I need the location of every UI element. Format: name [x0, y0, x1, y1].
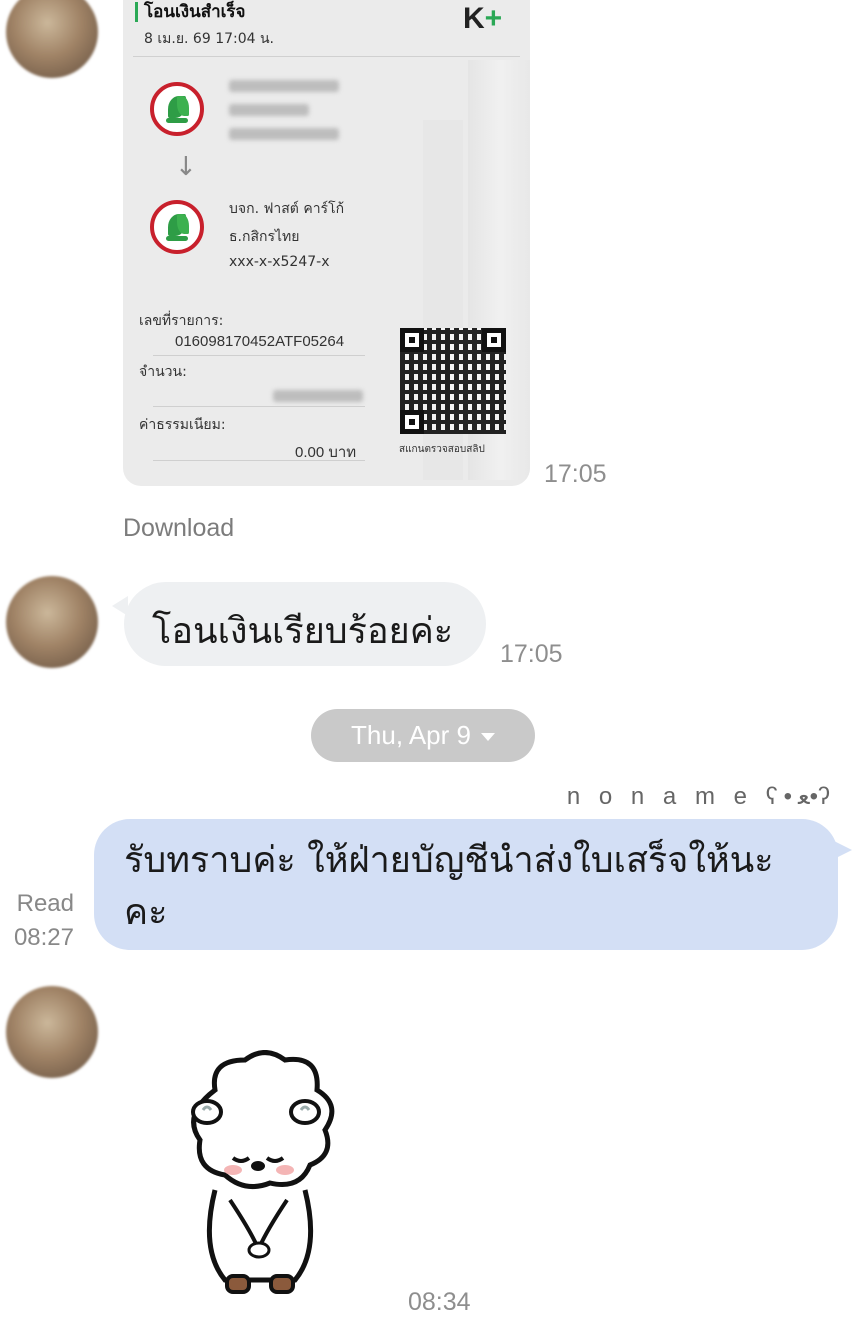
- slip-date: 8 เม.ย. 69 17:04 น.: [144, 31, 275, 47]
- message-time: 08:27: [13, 924, 74, 951]
- recipient-name: บจก. ฟาสต์ คาร์โก้: [229, 201, 345, 217]
- outgoing-message-bubble[interactable]: รับทราบค่ะ ให้ฝ่ายบัญชีนำส่งใบเสร็จให้นะ…: [94, 819, 852, 950]
- slip-title: โอนเงินสำเร็จ: [135, 2, 246, 22]
- slip-rule: [153, 406, 365, 407]
- fee-label: ค่าธรรมเนียม:: [139, 417, 226, 433]
- slip-rule: [153, 460, 365, 461]
- message-text: รับทราบค่ะ ให้ฝ่ายบัญชีนำส่งใบเสร็จให้นะ…: [124, 840, 774, 933]
- kplus-logo: K+: [463, 2, 503, 35]
- sender-account-redacted: [229, 128, 339, 140]
- message-time: 17:05: [500, 640, 563, 668]
- amount-label: จำนวน:: [139, 364, 187, 380]
- kbank-logo-icon: [150, 82, 204, 136]
- message-text: โอนเงินเรียบร้อยค่ะ: [152, 611, 454, 652]
- message-time: 08:34: [408, 1288, 471, 1316]
- sheep-bow-sticker[interactable]: [175, 1050, 345, 1300]
- ref-label: เลขที่รายการ:: [139, 313, 224, 329]
- message-time: 17:05: [544, 460, 607, 488]
- transfer-slip-image[interactable]: โอนเงินสำเร็จ 8 เม.ย. 69 17:04 น. K+ ↓ บ…: [123, 0, 530, 486]
- ref-value: 016098170452ATF05264: [175, 333, 345, 350]
- kbank-logo-icon: [150, 200, 204, 254]
- chevron-down-icon: [480, 733, 495, 741]
- date-separator[interactable]: Thu, Apr 9: [311, 709, 535, 762]
- qr-code-icon: [400, 328, 506, 434]
- arrow-down-icon: ↓: [175, 152, 197, 182]
- download-link[interactable]: Download: [123, 514, 234, 543]
- incoming-message-bubble[interactable]: โอนเงินเรียบร้อยค่ะ: [112, 582, 486, 666]
- contact-avatar[interactable]: [6, 576, 98, 668]
- slip-rule: [153, 355, 365, 356]
- contact-avatar[interactable]: [6, 0, 98, 78]
- sender-name-redacted: [229, 80, 339, 92]
- amount-redacted: [273, 390, 363, 402]
- qr-caption: สแกนตรวจสอบสลิป: [399, 444, 485, 455]
- recipient-bank: ธ.กสิกรไทย: [229, 229, 300, 245]
- sender-bank-redacted: [229, 104, 309, 116]
- sender-name: n o n a m e ʕ•ﻌ•ʔ: [566, 783, 836, 810]
- slip-divider: [133, 56, 520, 57]
- recipient-account: xxx-x-x5247-x: [229, 254, 330, 270]
- contact-avatar[interactable]: [6, 986, 98, 1078]
- sheep-sticker-icon: [191, 1050, 335, 1294]
- read-status: Read: [16, 890, 74, 917]
- date-label: Thu, Apr 9: [351, 720, 471, 750]
